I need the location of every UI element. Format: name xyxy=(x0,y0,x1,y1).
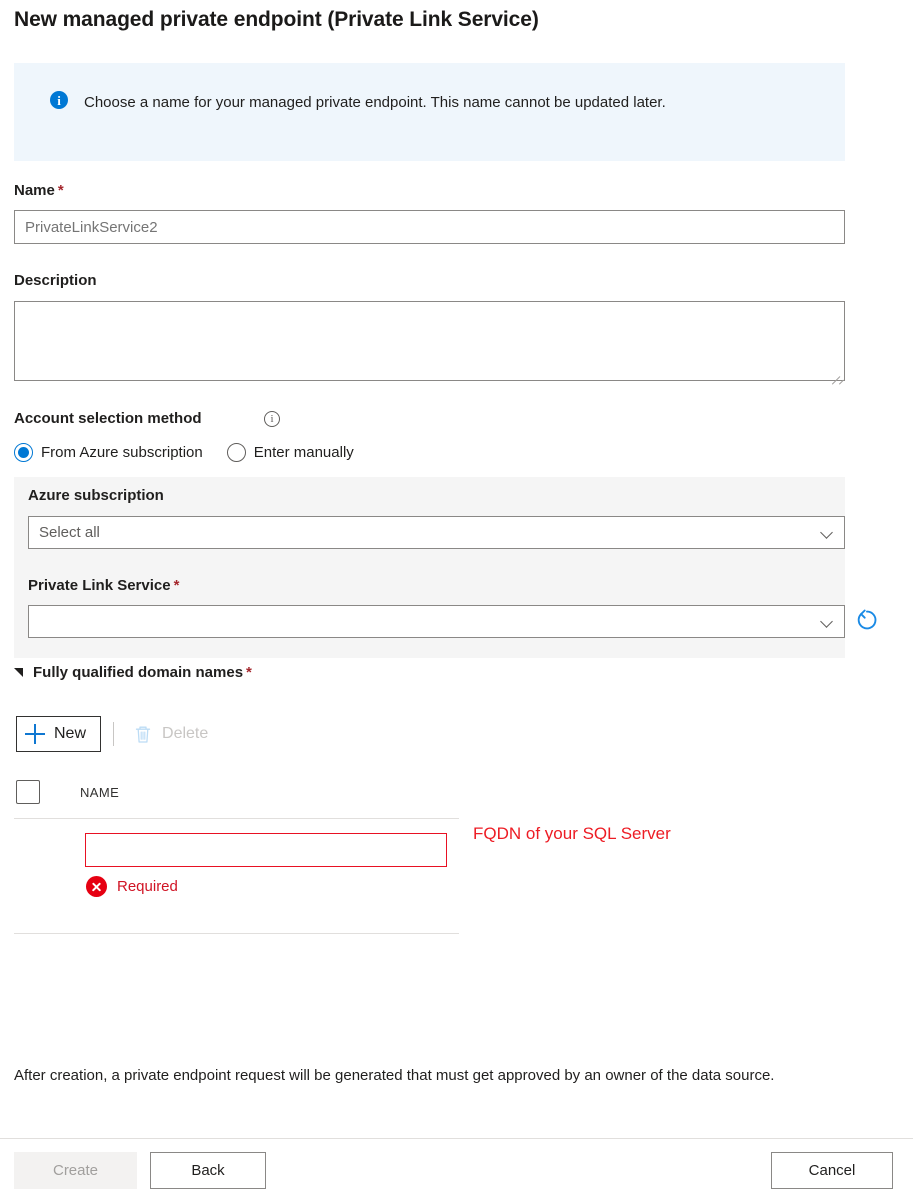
delete-button-label: Delete xyxy=(162,725,209,742)
fqdn-section-title: Fully qualified domain names xyxy=(33,664,244,681)
new-button-label: New xyxy=(54,725,87,742)
info-banner-text: Choose a name for your managed private e… xyxy=(84,94,666,111)
chevron-down-icon xyxy=(821,526,834,539)
fqdn-required-star: * xyxy=(246,664,252,681)
description-textarea[interactable] xyxy=(14,301,845,381)
azure-subscription-label: Azure subscription xyxy=(28,487,164,504)
fqdn-annotation: FQDN of your SQL Server xyxy=(473,824,671,843)
radio-from-azure-subscription-label: From Azure subscription xyxy=(41,444,203,461)
select-all-checkbox[interactable] xyxy=(16,780,40,804)
radio-enter-manually[interactable]: Enter manually xyxy=(226,443,354,462)
account-selection-radio-group: From Azure subscription Enter manually xyxy=(14,443,354,462)
footer-divider xyxy=(0,1138,913,1139)
fqdn-section-header[interactable]: Fully qualified domain names * xyxy=(14,664,252,681)
toolbar-divider xyxy=(113,722,115,746)
triangle-expanded-icon xyxy=(14,668,23,677)
new-button[interactable]: New xyxy=(16,716,102,752)
new-managed-private-endpoint-panel: New managed private endpoint (Private Li… xyxy=(0,0,913,1200)
private-link-service-label-text: Private Link Service xyxy=(28,577,171,594)
chevron-down-icon xyxy=(821,615,834,628)
fqdn-toolbar: New Delete xyxy=(16,716,216,752)
fqdn-table-header: NAME xyxy=(16,780,119,804)
account-selection-label: Account selection method xyxy=(14,410,202,427)
delete-button: Delete xyxy=(126,716,216,752)
private-link-service-required-star: * xyxy=(173,577,180,594)
table-header-divider xyxy=(14,818,459,819)
footer-note: After creation, a private endpoint reque… xyxy=(14,1067,775,1084)
cancel-button[interactable]: Cancel xyxy=(771,1152,893,1189)
table-row-divider xyxy=(14,933,459,934)
trash-icon xyxy=(134,724,152,744)
azure-subscription-select[interactable]: Select all xyxy=(28,516,845,549)
back-button[interactable]: Back xyxy=(150,1152,266,1189)
refresh-icon[interactable] xyxy=(853,606,881,634)
name-required-star: * xyxy=(57,182,64,199)
private-link-service-select[interactable] xyxy=(28,605,845,638)
page-title: New managed private endpoint (Private Li… xyxy=(14,8,539,31)
fqdn-error: Required xyxy=(86,876,178,897)
radio-mark-selected-icon xyxy=(14,443,33,462)
azure-subscription-value: Select all xyxy=(39,524,100,541)
name-input[interactable] xyxy=(14,210,845,244)
info-circle-outline-icon[interactable] xyxy=(264,411,280,427)
fqdn-name-input[interactable] xyxy=(85,833,447,867)
info-circle-filled-icon xyxy=(50,91,68,109)
radio-mark-unselected-icon xyxy=(226,443,246,462)
private-link-service-label: Private Link Service * xyxy=(28,577,179,594)
radio-enter-manually-label: Enter manually xyxy=(253,444,354,461)
description-label: Description xyxy=(14,272,97,289)
plus-icon xyxy=(25,724,45,744)
info-banner: Choose a name for your managed private e… xyxy=(14,63,845,161)
radio-from-azure-subscription[interactable]: From Azure subscription xyxy=(14,443,203,462)
column-header-name: NAME xyxy=(80,784,120,800)
name-label-text: Name xyxy=(14,182,55,199)
fqdn-error-text: Required xyxy=(117,878,178,895)
name-label: Name * xyxy=(14,182,64,199)
create-button[interactable]: Create xyxy=(14,1152,137,1189)
error-circle-icon xyxy=(86,876,107,897)
